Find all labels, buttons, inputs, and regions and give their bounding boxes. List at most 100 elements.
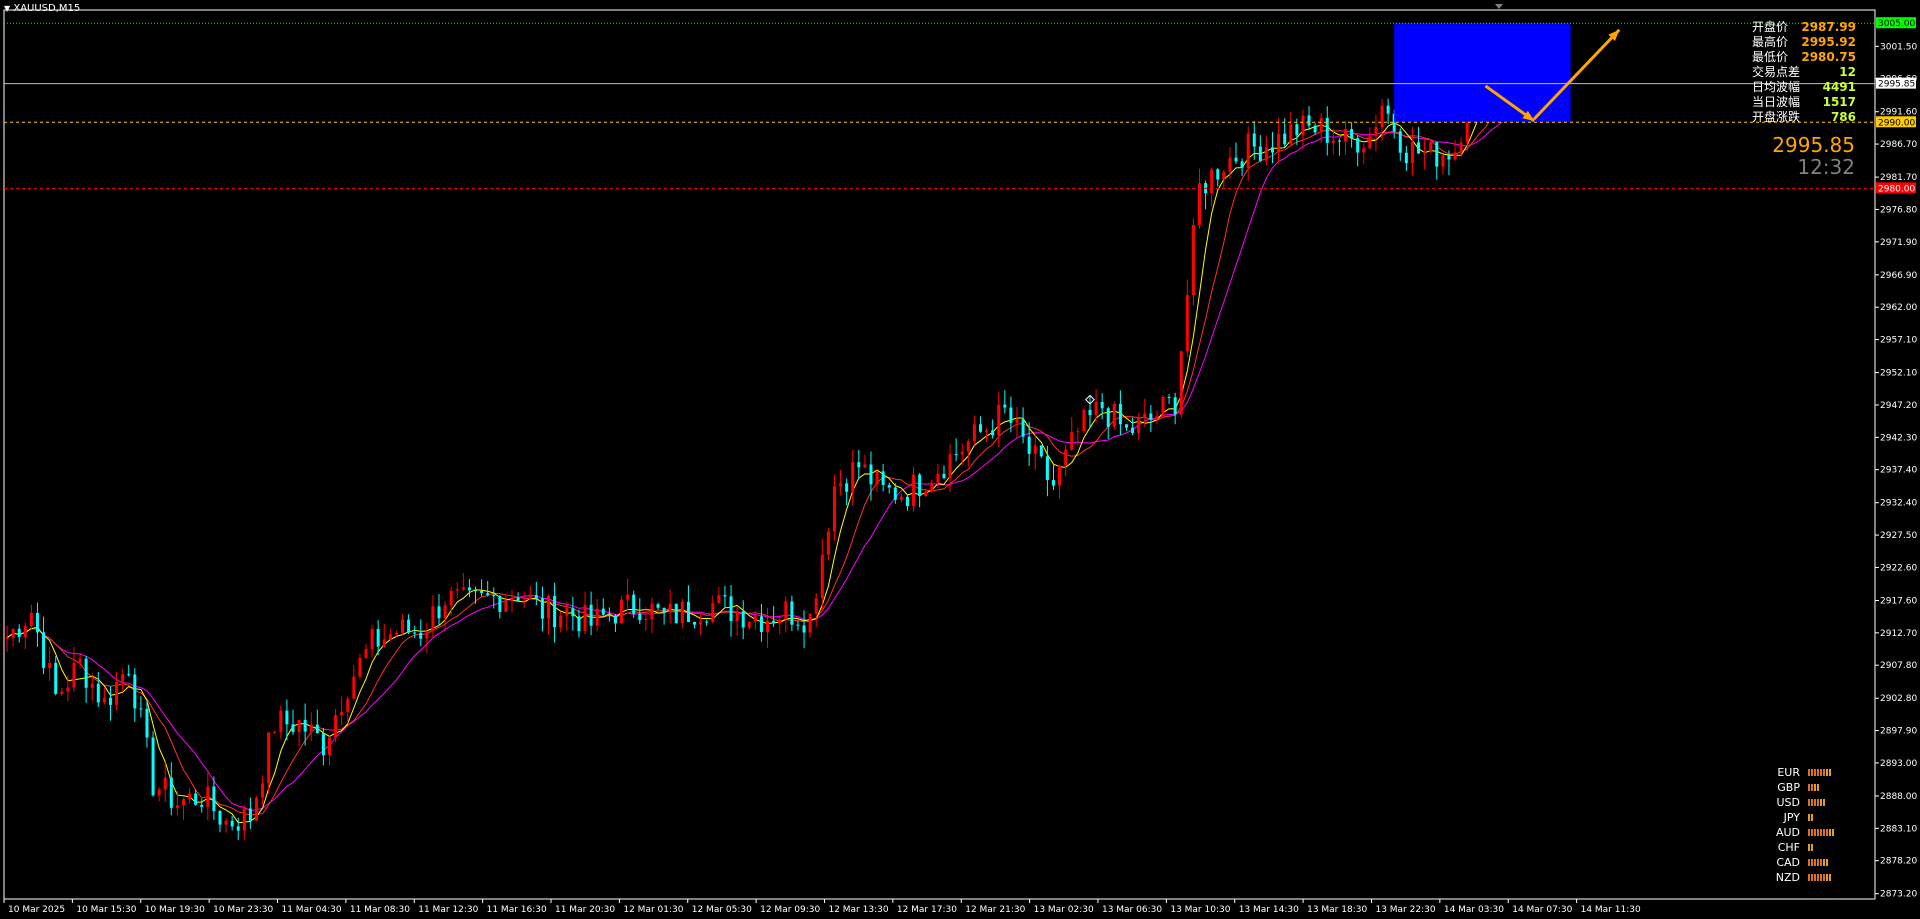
candle-body[interactable] [912, 474, 916, 507]
candle-body[interactable] [181, 799, 185, 806]
candle-body[interactable] [90, 683, 94, 688]
candle-body[interactable] [504, 600, 508, 612]
candle-body[interactable] [559, 615, 563, 628]
candle-body[interactable] [394, 632, 398, 635]
candle-body[interactable] [303, 719, 307, 732]
candle-body[interactable] [1295, 124, 1299, 136]
candle-body[interactable] [960, 451, 964, 455]
candle-body[interactable] [425, 631, 429, 639]
candle-body[interactable] [467, 587, 471, 591]
candle-body[interactable] [1441, 155, 1445, 167]
candle-body[interactable] [978, 424, 982, 432]
candle-body[interactable] [285, 710, 289, 725]
candle-body[interactable] [644, 619, 648, 621]
candle-body[interactable] [991, 430, 995, 436]
candle-body[interactable] [1417, 142, 1421, 154]
candle-body[interactable] [309, 724, 313, 732]
candle-body[interactable] [1051, 480, 1055, 486]
candle-body[interactable] [60, 691, 64, 694]
candle-body[interactable] [1344, 129, 1348, 142]
candle-body[interactable] [796, 624, 800, 626]
candle-body[interactable] [948, 454, 952, 478]
candle-body[interactable] [638, 613, 642, 621]
candle-body[interactable] [1185, 295, 1189, 352]
candle-body[interactable] [753, 616, 757, 622]
candle-body[interactable] [845, 483, 849, 492]
candle-body[interactable] [261, 783, 265, 798]
candle-body[interactable] [918, 474, 922, 497]
candle-body[interactable] [364, 649, 368, 658]
candle-body[interactable] [407, 619, 411, 633]
candle-body[interactable] [455, 589, 459, 591]
candle-body[interactable] [1380, 105, 1384, 128]
candle-body[interactable] [966, 441, 970, 452]
candle-body[interactable] [522, 599, 526, 601]
candle-body[interactable] [1118, 403, 1122, 425]
candle-body[interactable] [1313, 125, 1317, 133]
candle-body[interactable] [759, 616, 763, 633]
candle-body[interactable] [1143, 413, 1147, 418]
candle-body[interactable] [693, 621, 697, 625]
candle-body[interactable] [972, 424, 976, 442]
candle-body[interactable] [1100, 402, 1104, 409]
candle-body[interactable] [656, 604, 660, 608]
candle-body[interactable] [151, 737, 155, 796]
candle-body[interactable] [84, 658, 88, 688]
candle-body[interactable] [632, 594, 636, 614]
chart-shift-icon[interactable] [1495, 4, 1503, 9]
candle-body[interactable] [431, 606, 435, 632]
candle-body[interactable] [1331, 140, 1335, 143]
candle-body[interactable] [626, 594, 630, 600]
candle-body[interactable] [686, 601, 690, 622]
candle-body[interactable] [1009, 407, 1013, 423]
candle-body[interactable] [17, 628, 21, 637]
candle-body[interactable] [175, 805, 179, 808]
candle-body[interactable] [893, 487, 897, 500]
candle-body[interactable] [23, 626, 27, 637]
candle-body[interactable] [601, 608, 605, 615]
candle-body[interactable] [1423, 151, 1427, 154]
candle-body[interactable] [674, 603, 678, 624]
candle-body[interactable] [1271, 147, 1275, 153]
chart-canvas[interactable]: 3001.502996.602991.602986.702981.702976.… [0, 0, 1920, 919]
candle-body[interactable] [230, 820, 234, 827]
candle-body[interactable] [540, 598, 544, 619]
candle-body[interactable] [747, 621, 751, 628]
candle-body[interactable] [29, 612, 33, 627]
candle-body[interactable] [121, 674, 125, 682]
candle-body[interactable] [327, 737, 331, 756]
candle-body[interactable] [857, 462, 861, 468]
candle-body[interactable] [1289, 124, 1293, 145]
candle-body[interactable] [534, 594, 538, 599]
candle-body[interactable] [169, 777, 173, 808]
candle-body[interactable] [188, 793, 192, 800]
candle-body[interactable] [680, 601, 684, 624]
candle-body[interactable] [820, 554, 824, 599]
candle-body[interactable] [1410, 142, 1414, 164]
candle-body[interactable] [1027, 436, 1031, 454]
candle-body[interactable] [72, 662, 76, 688]
candle-body[interactable] [1088, 409, 1092, 416]
candle-body[interactable] [242, 808, 246, 831]
candle-body[interactable] [145, 708, 149, 738]
candle-body[interactable] [528, 594, 532, 600]
candle-body[interactable] [839, 483, 843, 487]
candle-body[interactable] [699, 621, 703, 625]
candle-body[interactable] [291, 724, 295, 733]
candle-body[interactable] [650, 604, 654, 620]
candle-body[interactable] [1161, 396, 1165, 417]
candle-body[interactable] [401, 619, 405, 633]
candle-body[interactable] [1173, 397, 1177, 415]
candle-body[interactable] [547, 595, 551, 619]
candle-body[interactable] [358, 657, 362, 677]
candle-body[interactable] [924, 491, 928, 497]
candle-body[interactable] [321, 733, 325, 756]
candle-body[interactable] [741, 611, 745, 628]
candle-body[interactable] [139, 708, 143, 710]
candle-body[interactable] [1003, 404, 1007, 408]
candle-body[interactable] [1149, 413, 1153, 420]
candle-body[interactable] [1240, 161, 1244, 168]
candle-body[interactable] [875, 471, 879, 485]
candle-body[interactable] [997, 404, 1001, 436]
candle-body[interactable] [334, 715, 338, 738]
